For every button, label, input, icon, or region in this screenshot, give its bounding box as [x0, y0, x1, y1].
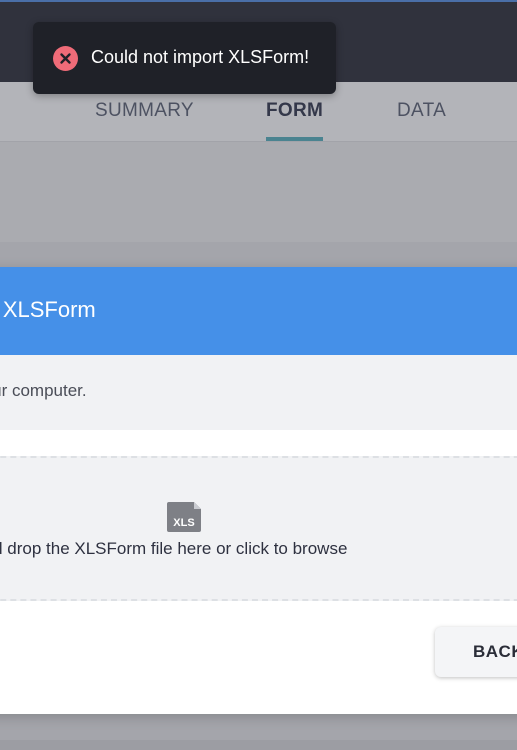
modal-instructions-text: n your computer.: [0, 381, 87, 400]
modal-header: oad XLSForm: [0, 267, 517, 355]
error-icon: [53, 46, 78, 71]
app-screen: SUMMARY FORM DATA oad XLSForm n your com…: [0, 0, 517, 750]
xls-icon-label: XLS: [173, 517, 194, 529]
error-toast: Could not import XLSForm!: [33, 22, 336, 94]
tab-data[interactable]: DATA: [397, 82, 446, 142]
modal-instructions: n your computer.: [0, 355, 517, 430]
tab-summary-label: SUMMARY: [95, 100, 194, 121]
dropzone-text: g and drop the XLSForm file here or clic…: [0, 539, 348, 558]
backdrop-footer: [0, 740, 517, 750]
modal-title: oad XLSForm: [0, 297, 96, 322]
active-tab-indicator: [266, 137, 324, 141]
file-dropzone[interactable]: XLS g and drop the XLSForm file here or …: [0, 456, 517, 601]
back-button[interactable]: BACK: [435, 627, 517, 677]
toast-message: Could not import XLSForm!: [91, 47, 310, 67]
dimmed-content: [0, 142, 517, 242]
xls-file-icon: XLS: [167, 502, 201, 532]
tab-form-label: FORM: [266, 100, 324, 121]
upload-xlsform-modal: oad XLSForm n your computer. XLS g and d…: [0, 267, 517, 714]
tab-data-label: DATA: [397, 100, 447, 121]
